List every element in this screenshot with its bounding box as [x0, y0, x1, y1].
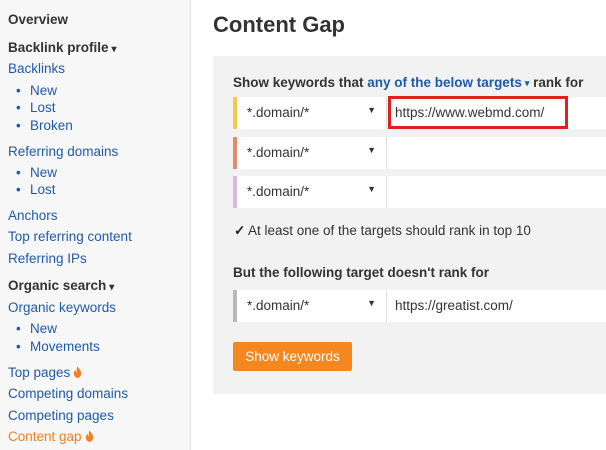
content-gap-panel: Show keywords that any of the below targ… — [213, 56, 606, 394]
target-mode-value: *.domain/* — [247, 105, 310, 120]
bullet-icon: • — [16, 321, 21, 336]
exclude-heading: But the following target doesn't rank fo… — [233, 265, 489, 280]
sidebar-subitem-refdomains-new[interactable]: • New — [16, 164, 57, 182]
sidebar-item-organic-keywords[interactable]: Organic keywords — [8, 299, 116, 317]
sidebar-subitem-label: Lost — [30, 100, 56, 115]
caret-down-icon: ▾ — [524, 78, 530, 88]
sidebar-item-label: Top pages — [8, 365, 71, 380]
exclude-url-input[interactable]: https://greatist.com/ — [395, 297, 513, 315]
sidebar-subitem-backlinks-broken[interactable]: • Broken — [16, 117, 73, 135]
bullet-icon: • — [16, 182, 21, 197]
target-mode-select[interactable]: *.domain/* ▼ — [237, 97, 387, 129]
top10-checkbox[interactable]: ✓ At least one of the targets should rank… — [234, 222, 531, 240]
exclude-mode-select[interactable]: *.domain/* ▼ — [237, 290, 387, 322]
sidebar-subitem-organic-movements[interactable]: • Movements — [16, 338, 100, 356]
dropdown-arrow-icon: ▼ — [367, 145, 376, 155]
sidebar-organic-search[interactable]: Organic search ▾ — [8, 277, 114, 297]
sidebar-subitem-label: New — [30, 83, 58, 98]
exclude-row: *.domain/* ▼ https://greatist.com/ — [233, 290, 606, 322]
show-keywords-button[interactable]: Show keywords — [233, 342, 352, 371]
sidebar-item-referring-domains[interactable]: Referring domains — [8, 143, 118, 161]
target-mode-value: *.domain/* — [247, 145, 310, 160]
sidebar-item-top-pages[interactable]: Top pages — [8, 364, 82, 382]
targets-heading: Show keywords that any of the below targ… — [233, 74, 583, 92]
page-title: Content Gap — [213, 12, 345, 37]
sidebar-subitem-refdomains-lost[interactable]: • Lost — [16, 181, 56, 199]
dropdown-arrow-icon: ▼ — [367, 105, 376, 115]
targets-heading-suffix: rank for — [533, 75, 584, 90]
sidebar-item-referring-ips[interactable]: Referring IPs — [8, 250, 87, 268]
sidebar-subitem-label: Lost — [30, 182, 56, 197]
bullet-icon: • — [16, 339, 21, 354]
bullet-icon: • — [16, 100, 21, 115]
sidebar-overview-label: Overview — [8, 12, 69, 27]
fire-icon — [85, 430, 93, 442]
top10-checkbox-label: At least one of the targets should rank … — [248, 223, 531, 238]
bullet-icon: • — [16, 118, 21, 133]
sidebar-item-competing-pages[interactable]: Competing pages — [8, 407, 114, 425]
sidebar-subitem-backlinks-new[interactable]: • New — [16, 82, 57, 100]
target-row-2: *.domain/* ▼ — [233, 137, 606, 169]
sidebar-organic-search-label: Organic search — [8, 278, 107, 293]
sidebar-backlink-profile[interactable]: Backlink profile ▾ — [8, 39, 117, 59]
target-mode-select[interactable]: *.domain/* ▼ — [237, 176, 387, 208]
fire-icon — [74, 366, 82, 378]
bullet-icon: • — [16, 83, 21, 98]
sidebar-item-label: Content gap — [8, 429, 82, 444]
sidebar-overview[interactable]: Overview — [8, 11, 68, 29]
sidebar-subitem-label: New — [30, 165, 58, 180]
chevron-down-icon: ▾ — [111, 44, 117, 55]
sidebar: Overview Backlink profile ▾ Backlinks • Ne… — [0, 0, 191, 450]
target-mode-value: *.domain/* — [247, 184, 310, 199]
sidebar-item-anchors[interactable]: Anchors — [8, 207, 58, 225]
sidebar-subitem-organic-new[interactable]: • New — [16, 320, 57, 338]
sidebar-item-competing-domains[interactable]: Competing domains — [8, 385, 128, 403]
targets-mode-label: any of the below targets — [367, 75, 522, 90]
targets-mode-dropdown[interactable]: any of the below targets ▾ — [367, 75, 529, 90]
sidebar-subitem-label: Broken — [30, 118, 73, 133]
sidebar-subitem-label: Movements — [30, 339, 100, 354]
sidebar-backlink-profile-label: Backlink profile — [8, 40, 109, 55]
target-row-3: *.domain/* ▼ — [233, 176, 606, 208]
sidebar-item-content-gap[interactable]: Content gap — [8, 428, 94, 446]
sidebar-item-backlinks[interactable]: Backlinks — [8, 60, 65, 78]
highlight-box — [388, 96, 568, 129]
targets-heading-prefix: Show keywords that — [233, 75, 364, 90]
sidebar-subitem-label: New — [30, 321, 58, 336]
bullet-icon: • — [16, 165, 21, 180]
target-mode-select[interactable]: *.domain/* ▼ — [237, 137, 387, 169]
chevron-down-icon: ▾ — [109, 282, 115, 293]
sidebar-subitem-backlinks-lost[interactable]: • Lost — [16, 99, 56, 117]
dropdown-arrow-icon: ▼ — [367, 184, 376, 194]
dropdown-arrow-icon: ▼ — [367, 298, 376, 308]
exclude-mode-value: *.domain/* — [247, 298, 310, 313]
checkmark-icon: ✓ — [234, 223, 246, 238]
sidebar-item-top-referring-content[interactable]: Top referring content — [8, 228, 132, 246]
